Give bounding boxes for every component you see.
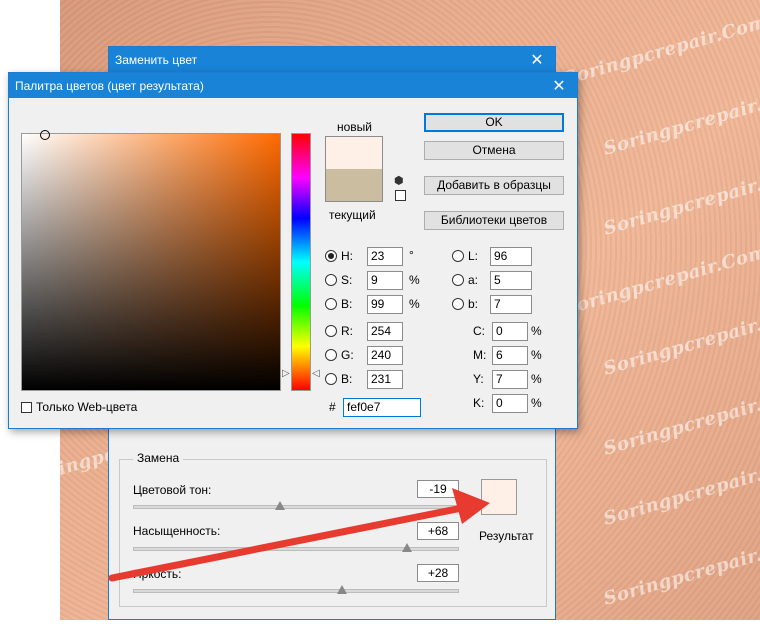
hue-bar[interactable] — [291, 133, 311, 391]
g-label: G: — [341, 348, 354, 362]
brightness-slider-thumb[interactable] — [336, 585, 347, 594]
blue-radio[interactable] — [325, 373, 337, 385]
close-icon[interactable]: ✕ — [519, 47, 555, 72]
add-to-swatches-button[interactable]: Добавить в образцы — [424, 176, 564, 195]
c-label: C: — [473, 324, 485, 338]
s-input[interactable]: 9 — [367, 271, 403, 290]
s-label: S: — [341, 273, 353, 287]
new-color-label: новый — [337, 120, 373, 134]
replace-dialog-titlebar[interactable]: Заменить цвет ✕ — [109, 47, 555, 72]
l-radio[interactable] — [452, 250, 464, 262]
s-unit: % — [409, 273, 420, 287]
r-radio[interactable] — [325, 325, 337, 337]
a-input[interactable]: 5 — [490, 271, 532, 290]
blue-input[interactable]: 231 — [367, 370, 403, 389]
g-input[interactable]: 240 — [367, 346, 403, 365]
replacement-group-title: Замена — [133, 451, 184, 465]
k-input[interactable]: 0 — [492, 394, 528, 413]
color-picker-title: Палитра цветов (цвет результата) — [15, 78, 204, 93]
brightness-radio[interactable] — [325, 298, 337, 310]
web-safe-color-swatch[interactable] — [395, 190, 406, 201]
brightness-unit: % — [409, 297, 420, 311]
hue-value-field[interactable]: -19 — [417, 480, 459, 498]
web-only-option[interactable]: Только Web-цвета — [21, 400, 137, 414]
saturation-slider-label: Насыщенность: — [133, 524, 221, 538]
c-unit: % — [531, 324, 542, 338]
current-color-swatch[interactable] — [325, 169, 383, 202]
saturation-value-field[interactable]: +68 — [417, 522, 459, 540]
brightness-value-field[interactable]: +28 — [417, 564, 459, 582]
result-color-swatch[interactable] — [481, 479, 517, 515]
hue-slider-track[interactable] — [133, 505, 459, 509]
blue-label: B: — [341, 372, 353, 386]
s-radio[interactable] — [325, 274, 337, 286]
r-input[interactable]: 254 — [367, 322, 403, 341]
h-input[interactable]: 23 — [367, 247, 403, 266]
color-field-cursor[interactable] — [40, 130, 50, 140]
result-label: Результат — [479, 529, 534, 543]
saturation-brightness-field[interactable] — [21, 130, 281, 391]
replace-dialog-title: Заменить цвет — [115, 52, 198, 67]
web-only-checkbox[interactable] — [21, 401, 32, 413]
h-radio[interactable] — [325, 250, 337, 262]
l-input[interactable]: 96 — [490, 247, 532, 266]
hex-input[interactable]: fef0e7 — [343, 398, 421, 417]
cancel-button[interactable]: Отмена — [424, 141, 564, 160]
m-unit: % — [531, 348, 542, 362]
saturation-slider-thumb[interactable] — [401, 543, 412, 552]
l-label: L: — [468, 249, 479, 263]
hue-slider-left-arrow-icon[interactable]: ▷ — [282, 368, 290, 379]
k-label: K: — [473, 396, 485, 410]
y-label: Y: — [473, 372, 484, 386]
r-label: R: — [341, 324, 353, 338]
k-unit: % — [531, 396, 542, 410]
y-input[interactable]: 7 — [492, 370, 528, 389]
web-only-label: Только Web-цвета — [36, 400, 138, 414]
new-color-swatch — [325, 136, 383, 169]
brightness-slider-track[interactable] — [133, 589, 459, 593]
a-label: a: — [468, 273, 479, 287]
web-safe-cube-icon[interactable]: ⬢ — [394, 174, 404, 187]
hue-slider-thumb[interactable] — [274, 501, 285, 510]
ok-button[interactable]: OK — [424, 113, 564, 132]
current-color-label: текущий — [329, 208, 376, 222]
hue-slider-right-arrow-icon[interactable]: ◁ — [312, 368, 320, 379]
h-unit: ° — [409, 248, 414, 262]
lab-b-radio[interactable] — [452, 298, 464, 310]
hue-slider-label: Цветовой тон: — [133, 483, 212, 497]
m-input[interactable]: 6 — [492, 346, 528, 365]
lab-b-label: b: — [468, 297, 479, 311]
y-unit: % — [531, 372, 542, 386]
color-field-gradient[interactable] — [22, 134, 280, 390]
color-picker-titlebar[interactable]: Палитра цветов (цвет результата) ✕ — [9, 73, 577, 98]
lab-b-input[interactable]: 7 — [490, 295, 532, 314]
brightness-label: B: — [341, 297, 353, 311]
color-picker-dialog: Палитра цветов (цвет результата) ✕ ▷ ◁ н… — [8, 72, 578, 429]
brightness-input[interactable]: 99 — [367, 295, 403, 314]
close-icon[interactable]: ✕ — [541, 73, 577, 98]
a-radio[interactable] — [452, 274, 464, 286]
g-radio[interactable] — [325, 349, 337, 361]
h-label: H: — [341, 249, 353, 263]
m-label: M: — [473, 348, 487, 362]
color-libraries-button[interactable]: Библиотеки цветов — [424, 211, 564, 230]
hex-label: # — [329, 400, 336, 414]
c-input[interactable]: 0 — [492, 322, 528, 341]
brightness-slider-label: Яркость: — [133, 567, 182, 581]
